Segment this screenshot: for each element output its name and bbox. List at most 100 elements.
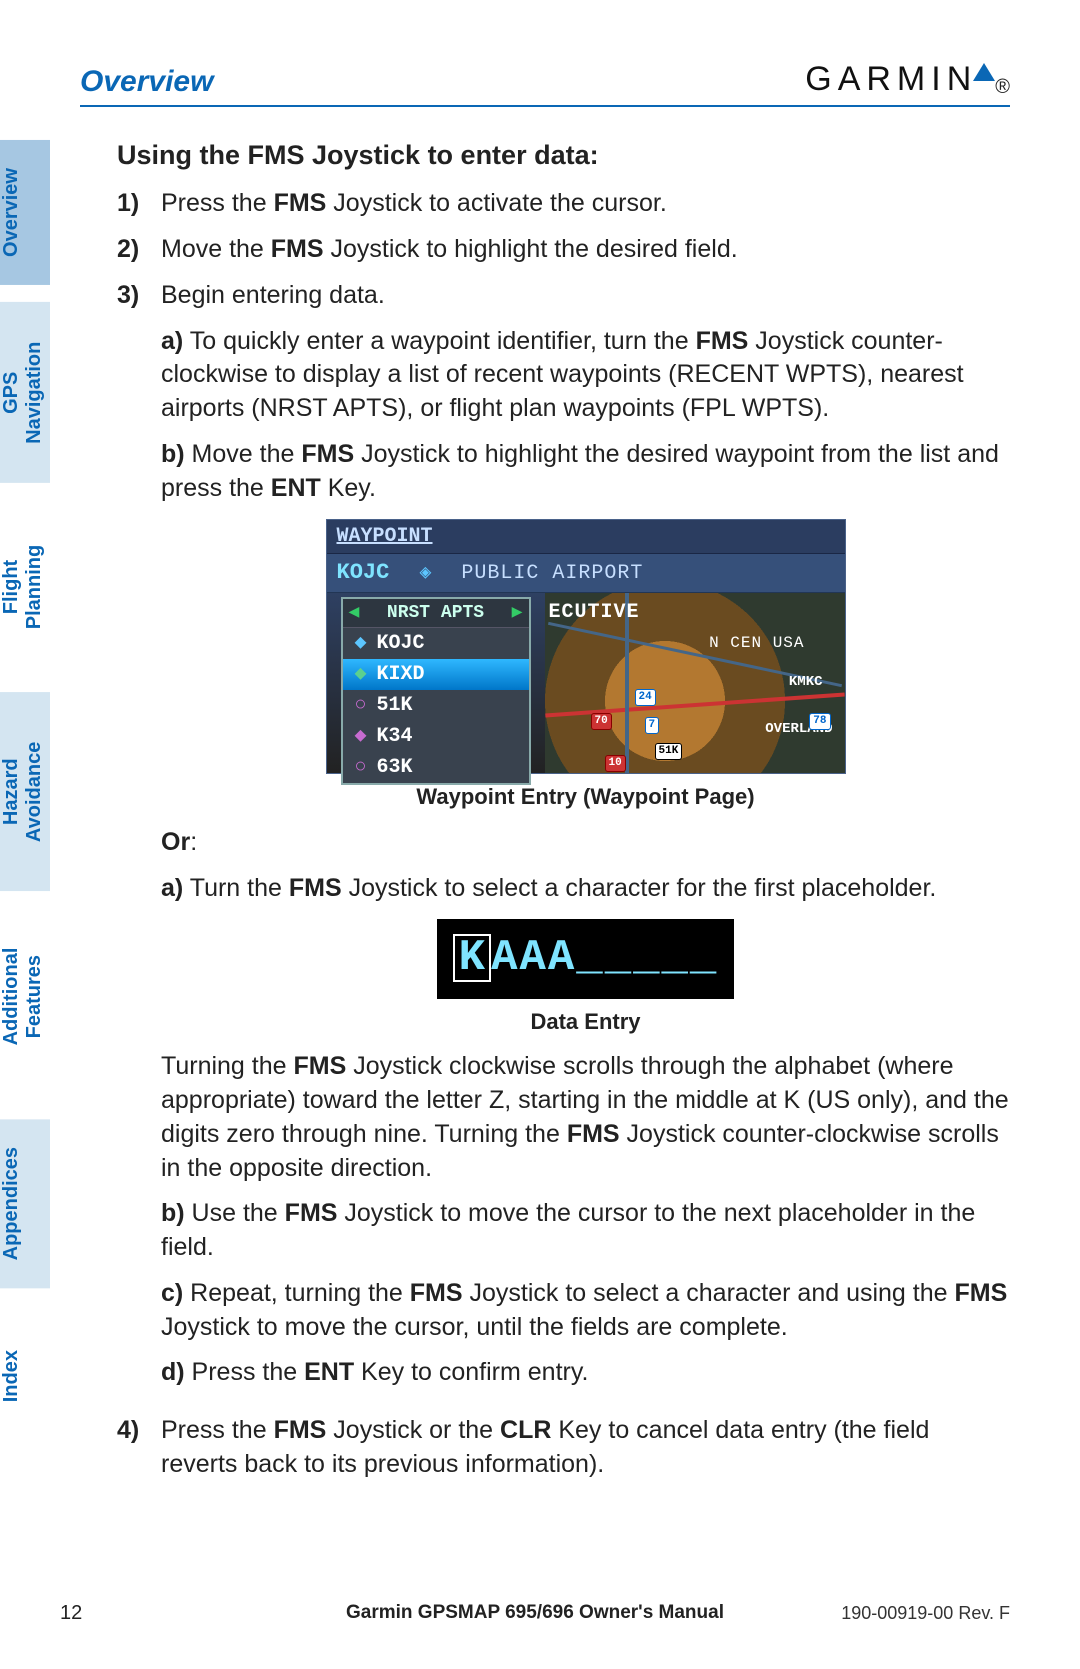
entry-cursor-char: K xyxy=(453,934,491,982)
circle-icon: ○ xyxy=(353,692,369,719)
main-content: Using the FMS Joystick to enter data: 1)… xyxy=(105,137,1010,1482)
page-footer: 12 Garmin GPSMAP 695/696 Owner's Manual … xyxy=(60,1602,1010,1625)
diamond-icon: ◆ xyxy=(353,661,369,688)
map-label-ecutive: ECUTIVE xyxy=(549,599,640,626)
waypoint-window-title: WAYPOINT xyxy=(327,520,845,554)
step-num: 3) xyxy=(117,279,161,1402)
label: b) xyxy=(161,1199,185,1227)
text: Joystick to activate the cursor. xyxy=(326,189,666,217)
doc-revision: 190-00919-00 Rev. F xyxy=(841,1603,1010,1624)
step-body: Press the FMS Joystick or the CLR Key to… xyxy=(161,1414,1010,1482)
step-body: Press the FMS Joystick to activate the c… xyxy=(161,187,1010,221)
step-body: Move the FMS Joystick to highlight the d… xyxy=(161,233,1010,267)
tab-appendices[interactable]: Appendices xyxy=(0,1119,50,1288)
bold: Or xyxy=(161,828,190,856)
text: Turning the xyxy=(161,1052,293,1080)
figure-waypoint-entry: WAYPOINT KOJC ◈ PUBLIC AIRPORT ◀ xyxy=(161,519,1010,774)
section-title: Overview xyxy=(80,65,213,99)
text: Move the xyxy=(161,235,271,263)
label: d) xyxy=(161,1358,185,1386)
text: Joystick to highlight the desired field. xyxy=(324,235,738,263)
waypoint-screenshot: WAYPOINT KOJC ◈ PUBLIC AIRPORT ◀ xyxy=(326,519,846,774)
brand-registered: ® xyxy=(995,76,1010,99)
tab-overview[interactable]: Overview xyxy=(0,140,50,285)
waypoint-lower: ◀ NRST APTS ▶ ◆KOJC ◆KIXD ○51K ◆K34 xyxy=(327,593,845,773)
tab-index[interactable]: Index xyxy=(0,1322,50,1430)
map-label-region: N CEN USA xyxy=(709,633,804,655)
tab-additional-features[interactable]: Additional Features xyxy=(0,891,50,1102)
figure-caption: Data Entry xyxy=(161,1007,1010,1037)
text: Joystick to move the cursor, until the f… xyxy=(161,1313,788,1341)
code: 51K xyxy=(377,692,413,719)
step-num: 1) xyxy=(117,187,161,221)
bold: FMS xyxy=(410,1279,463,1307)
list-item: ○63K xyxy=(343,752,529,783)
waypoint-list: ◀ NRST APTS ▶ ◆KOJC ◆KIXD ○51K ◆K34 xyxy=(341,597,531,785)
figure-caption: Waypoint Entry (Waypoint Page) xyxy=(161,782,1010,812)
waypoint-id: KOJC xyxy=(337,558,390,588)
subheading: Using the FMS Joystick to enter data: xyxy=(117,137,1010,173)
bold: CLR xyxy=(500,1416,551,1444)
label: c) xyxy=(161,1279,183,1307)
bold: FMS xyxy=(567,1120,620,1148)
step-body: Begin entering data. a) To quickly enter… xyxy=(161,279,1010,1402)
text: Use the xyxy=(185,1199,285,1227)
road-line xyxy=(545,693,845,718)
entry-rest: AAA_____ xyxy=(491,933,718,983)
data-entry-screenshot: KAAA_____ xyxy=(437,919,735,998)
alt-c: c) Repeat, turning the FMS Joystick to s… xyxy=(161,1277,1010,1345)
alt-a: a) Turn the FMS Joystick to select a cha… xyxy=(161,872,1010,906)
step-3: 3) Begin entering data. a) To quickly en… xyxy=(117,279,1010,1402)
substep-b: b) Move the FMS Joystick to highlight th… xyxy=(161,438,1010,506)
step-2: 2) Move the FMS Joystick to highlight th… xyxy=(117,233,1010,267)
highway-shield-icon: 70 xyxy=(591,713,612,730)
waypoint-list-header: ◀ NRST APTS ▶ xyxy=(343,599,529,628)
code: KIXD xyxy=(377,661,425,688)
circle-icon: ○ xyxy=(353,754,369,781)
text: Key to confirm entry. xyxy=(354,1358,588,1386)
list-item: ○ 51K xyxy=(343,690,529,721)
text: Joystick to select a character and using… xyxy=(463,1279,955,1307)
list-item-selected: ◆ KIXD xyxy=(343,659,529,690)
text: Press the xyxy=(161,189,274,217)
text: Press the xyxy=(161,1416,274,1444)
text: Key. xyxy=(321,474,376,502)
bold: FMS xyxy=(271,235,324,263)
triangle-right-icon: ▶ xyxy=(512,601,523,625)
waypoint-type: PUBLIC AIRPORT xyxy=(461,560,643,587)
bold: ENT xyxy=(304,1358,354,1386)
step-num: 4) xyxy=(117,1414,161,1482)
text: Press the xyxy=(185,1358,305,1386)
step-num: 2) xyxy=(117,233,161,267)
bold: FMS xyxy=(696,327,749,355)
step-4: 4) Press the FMS Joystick or the CLR Key… xyxy=(117,1414,1010,1482)
highway-shield-icon: 10 xyxy=(605,755,626,772)
bold: ENT xyxy=(271,474,321,502)
text: : xyxy=(190,828,197,856)
diamond-icon: ◆ xyxy=(353,723,369,750)
label: a) xyxy=(161,874,183,902)
highway-shield-icon: 7 xyxy=(645,717,660,734)
map-label-city: KMKC xyxy=(789,673,823,692)
tab-gps-navigation[interactable]: GPS Navigation xyxy=(0,302,50,483)
highway-shield-icon: 24 xyxy=(635,689,656,706)
page-header: Overview GARMIN ® xyxy=(80,60,1010,107)
text: Begin entering data. xyxy=(161,281,385,309)
code: KOJC xyxy=(377,630,425,657)
text: Turn the xyxy=(183,874,289,902)
waypoint-header-row: KOJC ◈ PUBLIC AIRPORT xyxy=(327,554,845,593)
text: Repeat, turning the xyxy=(183,1279,410,1307)
text: Joystick to select a character for the f… xyxy=(342,874,937,902)
brand-text: GARMIN xyxy=(805,60,977,99)
text: Joystick or the xyxy=(326,1416,500,1444)
label: a) xyxy=(161,327,183,355)
tab-flight-planning[interactable]: Flight Planning xyxy=(0,499,50,675)
tab-hazard-avoidance[interactable]: Hazard Avoidance xyxy=(0,692,50,891)
sidebar-tabs: Overview GPS Navigation Flight Planning … xyxy=(0,140,50,1430)
diamond-icon: ◆ xyxy=(353,630,369,657)
alt-d: d) Press the ENT Key to confirm entry. xyxy=(161,1356,1010,1390)
step-1: 1) Press the FMS Joystick to activate th… xyxy=(117,187,1010,221)
list-item: ◆ KOJC xyxy=(343,628,529,659)
text: To quickly enter a waypoint identifier, … xyxy=(183,327,695,355)
figure-data-entry: KAAA_____ xyxy=(161,919,1010,998)
